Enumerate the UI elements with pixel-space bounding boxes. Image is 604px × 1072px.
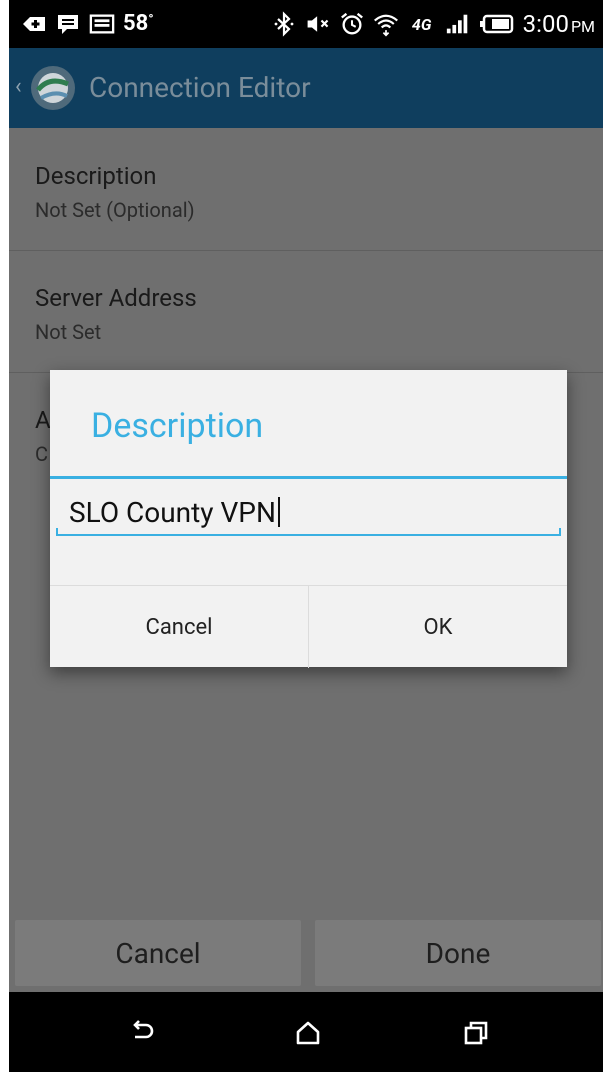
wifi-icon [373, 11, 399, 37]
partial-setting-subtitle: C [35, 442, 49, 466]
status-bar: 58° 4G 3:00 PM [9, 0, 603, 48]
dialog-cancel-label: Cancel [145, 614, 213, 640]
clock: 3:00 PM [522, 10, 595, 38]
dialog-ok-button[interactable]: OK [309, 586, 567, 668]
dialog-title-divider [50, 476, 567, 479]
description-dialog: Description SLO County VPN Cancel OK [50, 370, 567, 668]
clock-ampm: PM [570, 17, 595, 36]
bottom-action-bar: Cancel Done [9, 920, 603, 992]
setting-subtitle: Not Set (Optional) [35, 198, 195, 222]
phone-frame: 58° 4G 3:00 PM ‹ Connection Editor Descr… [0, 0, 604, 1072]
app-logo-icon [29, 64, 77, 112]
text-caret [277, 497, 280, 527]
done-label: Done [425, 936, 491, 970]
network-label: 4G [411, 14, 432, 34]
partial-setting-title: A [35, 406, 51, 434]
bluetooth-icon [271, 11, 297, 37]
message-icon [55, 11, 81, 37]
bottom-cancel-label: Cancel [115, 936, 201, 970]
battery-icon [479, 11, 515, 37]
add-box-icon [21, 11, 47, 37]
degree-sign: ° [148, 12, 154, 28]
dialog-button-bar: Cancel OK [50, 585, 567, 668]
input-underline [56, 528, 561, 536]
page-title: Connection Editor [89, 71, 311, 104]
app-bar: ‹ Connection Editor [9, 48, 603, 128]
4g-lte-icon: 4G [407, 11, 437, 37]
temperature: 58° [123, 11, 154, 36]
dialog-title: Description [91, 406, 264, 446]
recents-icon[interactable] [461, 1018, 491, 1048]
setting-subtitle: Not Set [35, 320, 102, 344]
description-input[interactable]: SLO County VPN [56, 488, 561, 538]
bottom-cancel-button[interactable]: Cancel [15, 920, 301, 986]
back-icon[interactable] [127, 1018, 157, 1048]
dialog-ok-label: OK [423, 614, 453, 640]
setting-title: Server Address [35, 284, 197, 312]
setting-title: Description [35, 162, 157, 190]
mute-icon [305, 11, 331, 37]
home-icon[interactable] [293, 1018, 323, 1048]
back-chevron-icon[interactable]: ‹ [15, 74, 22, 99]
navigation-bar [9, 992, 603, 1072]
description-input-value: SLO County VPN [69, 496, 280, 530]
dialog-cancel-button[interactable]: Cancel [50, 586, 308, 668]
setting-description[interactable]: Description Not Set (Optional) [9, 128, 603, 251]
screen: 58° 4G 3:00 PM ‹ Connection Editor Descr… [9, 0, 603, 1072]
setting-server-address[interactable]: Server Address Not Set [9, 250, 603, 373]
image-icon [89, 11, 115, 37]
alarm-icon [339, 11, 365, 37]
done-button[interactable]: Done [315, 920, 601, 986]
signal-icon [445, 11, 471, 37]
